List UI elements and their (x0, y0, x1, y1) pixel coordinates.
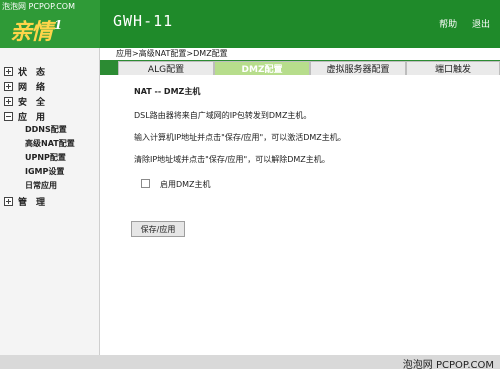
logo-mini: 1 (54, 18, 62, 32)
tab-label: 虚拟服务器配置 (326, 65, 390, 75)
sidebar-sub-upnp[interactable]: UPNP配置 (25, 152, 66, 163)
tab-label: DMZ配置 (241, 65, 283, 75)
tab-bar: ALG配置 DMZ配置 虚拟服务器配置 端口触发 (100, 60, 500, 76)
sidebar-item-status[interactable]: 状 态 (4, 65, 46, 78)
help-link[interactable]: 帮助 (439, 20, 457, 30)
tab-alg[interactable]: ALG配置 (118, 61, 214, 76)
section-title: NAT -- DMZ主机 (134, 87, 201, 96)
tab-virtual-server[interactable]: 虚拟服务器配置 (310, 61, 406, 76)
expand-icon[interactable] (4, 196, 13, 206)
header-bar: 泡泡网 PCPOP.COM 亲情 1 GWH-11 帮助 退出 (0, 0, 500, 48)
collapse-icon[interactable] (4, 111, 13, 121)
enable-dmz-label: 启用DMZ主机 (160, 180, 211, 189)
sidebar-item-label: 管 理 (18, 197, 46, 208)
tab-dmz[interactable]: DMZ配置 (214, 61, 310, 76)
sidebar-item-network[interactable]: 网 络 (4, 80, 46, 93)
sidebar-sub-ddns[interactable]: DDNS配置 (25, 124, 67, 135)
tab-port-trigger[interactable]: 端口触发 (406, 61, 500, 76)
sidebar-item-label: 网 络 (18, 82, 46, 93)
sidebar-sub-advanced-nat[interactable]: 高级NAT配置 (25, 138, 75, 149)
description-disable: 清除IP地址域并点击"保存/应用"，可以解除DMZ主机。 (134, 155, 330, 164)
sidebar-item-label: 状 态 (18, 67, 46, 78)
logo-text: 亲情 (10, 19, 53, 45)
save-apply-button[interactable]: 保存/应用 (131, 221, 185, 237)
expand-icon[interactable] (4, 66, 13, 76)
breadcrumb: 应用>高级NAT配置>DMZ配置 (116, 49, 228, 58)
sidebar-item-label: 安 全 (18, 97, 46, 108)
sidebar-item-security[interactable]: 安 全 (4, 95, 46, 108)
content-panel: NAT -- DMZ主机 DSL路由器将来自广域网的IP包转发到DMZ主机。 输… (100, 75, 500, 360)
sidebar-item-label: 应 用 (18, 112, 46, 123)
tab-label: ALG配置 (147, 65, 185, 75)
tab-label: 端口触发 (434, 65, 471, 75)
watermark-top: 泡泡网 PCPOP.COM (2, 2, 75, 11)
brand-logo: 亲情 1 (10, 14, 62, 46)
enable-dmz-checkbox[interactable] (141, 179, 150, 188)
sidebar-sub-igmp[interactable]: IGMP设置 (25, 166, 64, 177)
logout-link[interactable]: 退出 (472, 20, 490, 30)
sidebar-item-application[interactable]: 应 用 (4, 110, 46, 123)
description-activate: 输入计算机IP地址并点击"保存/应用"，可以激活DMZ主机。 (134, 133, 346, 142)
top-links: 帮助 退出 (427, 17, 490, 30)
sidebar-sub-daily-app[interactable]: 日常应用 (25, 180, 57, 191)
expand-icon[interactable] (4, 96, 13, 106)
sidebar-item-management[interactable]: 管 理 (4, 195, 46, 208)
save-apply-label: 保存/应用 (140, 224, 176, 234)
router-model: GWH-11 (113, 12, 174, 30)
expand-icon[interactable] (4, 81, 13, 91)
description-forward: DSL路由器将来自广域网的IP包转发到DMZ主机。 (134, 111, 312, 120)
